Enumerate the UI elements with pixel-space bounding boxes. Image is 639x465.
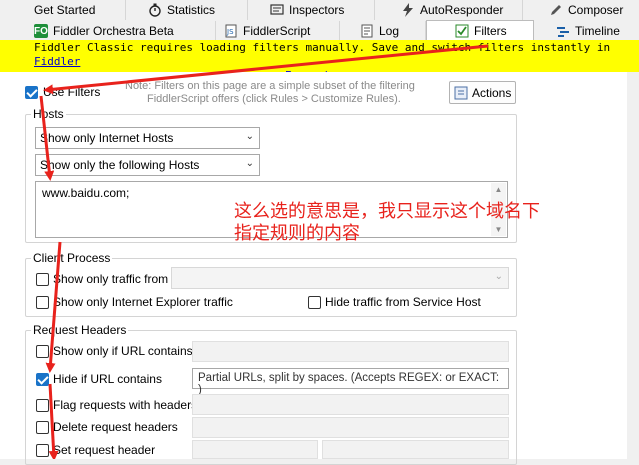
filters-warning-banner: Fiddler Classic requires loading filters… [0, 40, 639, 82]
tab-label: Fiddler Orchestra Beta [53, 24, 174, 38]
warning-text: Fiddler Classic requires loading filters… [34, 41, 611, 54]
svg-text:JS: JS [226, 28, 234, 36]
tab-fiddler-orchestra[interactable]: FO Fiddler Orchestra Beta [30, 21, 216, 41]
ie-traffic-label: Show only Internet Explorer traffic [53, 295, 233, 309]
flag-headers-checkbox[interactable] [36, 399, 49, 412]
delete-headers-input[interactable] [192, 417, 509, 438]
zone-filter-value: Show only Internet Hosts [40, 131, 174, 145]
tab-statistics[interactable]: Statistics [126, 0, 248, 20]
hide-if-url-label: Hide if URL contains [53, 372, 162, 386]
hosts-group-title: Hosts [31, 107, 66, 121]
actions-icon [454, 86, 468, 100]
hide-service-host-label: Hide traffic from Service Host [325, 295, 481, 309]
tab-label: Log [379, 24, 400, 38]
inspector-icon [270, 3, 284, 17]
tab-label: Statistics [167, 3, 216, 17]
tab-label: AutoResponder [420, 3, 504, 17]
annotation-line1: 这么选的意思是，我只显示这个域名下 [234, 201, 540, 222]
tab-composer[interactable]: Composer [523, 0, 639, 20]
tab-fiddlerscript[interactable]: JS FiddlerScript [216, 21, 340, 41]
use-filters-checkbox[interactable] [25, 86, 38, 99]
tab-inspectors[interactable]: Inspectors [248, 0, 375, 20]
flag-headers-label: Flag requests with headers [53, 398, 198, 412]
traffic-from-checkbox[interactable] [36, 273, 49, 286]
process-select[interactable]: ⌄ [171, 267, 509, 289]
traffic-from-label: Show only traffic from [53, 272, 169, 286]
set-header-value-input[interactable] [322, 440, 509, 459]
filters-note-line2: FiddlerScript offers (click Rules > Cust… [147, 93, 401, 105]
show-if-url-label: Show only if URL contains [53, 344, 193, 358]
actions-button[interactable]: Actions [449, 81, 516, 104]
hide-if-url-checkbox[interactable] [36, 373, 49, 386]
stopwatch-icon [148, 3, 162, 17]
flag-headers-input[interactable] [192, 394, 509, 415]
tab-row-secondary: FO Fiddler Orchestra Beta JS FiddlerScri… [0, 20, 639, 41]
pen-icon [549, 3, 563, 17]
annotation-line2: 指定规则的内容 [234, 223, 360, 244]
lightning-icon [401, 3, 415, 17]
chevron-down-icon: ⌄ [494, 271, 503, 282]
hide-if-url-input[interactable]: Partial URLs, split by spaces. (Accepts … [192, 368, 509, 396]
fiddler-link[interactable]: Fiddler [34, 55, 80, 68]
actions-label: Actions [472, 85, 512, 100]
tab-label: FiddlerScript [243, 24, 311, 38]
host-mode-value: Show only the following Hosts [40, 158, 200, 172]
tab-label: Filters [474, 24, 507, 38]
tab-label: Inspectors [289, 3, 345, 17]
zone-filter-select[interactable]: Show only Internet Hosts ⌄ [35, 127, 260, 149]
set-header-checkbox[interactable] [36, 444, 49, 457]
tab-filters[interactable]: Filters [426, 20, 534, 41]
tab-label: Timeline [575, 24, 620, 38]
tab-label: Get Started [34, 3, 96, 17]
request-headers-title: Request Headers [31, 323, 129, 337]
log-icon [360, 24, 374, 38]
host-mode-select[interactable]: Show only the following Hosts ⌄ [35, 154, 260, 176]
scroll-down-icon[interactable]: ▼ [491, 225, 506, 234]
panel-scrollbar[interactable] [627, 72, 639, 459]
tab-autoresponder[interactable]: AutoResponder [375, 0, 523, 20]
chevron-down-icon: ⌄ [245, 158, 254, 169]
host-list-value: www.baidu.com; [42, 186, 130, 200]
checkbox-icon [455, 24, 469, 38]
tab-log[interactable]: Log [340, 21, 426, 41]
set-header-label: Set request header [53, 443, 156, 457]
timeline-icon [556, 24, 570, 38]
client-process-title: Client Process [31, 251, 113, 265]
chevron-down-icon: ⌄ [245, 131, 254, 142]
delete-headers-label: Delete request headers [53, 420, 178, 434]
tab-label: Composer [568, 3, 624, 17]
script-icon: JS [224, 24, 238, 38]
tab-get-started[interactable]: Get Started [0, 0, 126, 20]
show-if-url-checkbox[interactable] [36, 345, 49, 358]
set-header-name-input[interactable] [192, 440, 318, 459]
filters-note-line1: Note: Filters on this page are a simple … [125, 80, 415, 92]
hide-service-host-checkbox[interactable] [308, 296, 321, 309]
ie-traffic-checkbox[interactable] [36, 296, 49, 309]
use-filters-label: Use Filters [43, 85, 101, 99]
tab-timeline[interactable]: Timeline [534, 21, 639, 41]
scroll-up-icon[interactable]: ▲ [491, 185, 506, 194]
show-if-url-input[interactable] [192, 341, 509, 362]
delete-headers-checkbox[interactable] [36, 421, 49, 434]
tab-row-primary: Get Started Statistics Inspectors AutoRe… [0, 0, 639, 20]
fiddler-orchestra-icon: FO [34, 24, 48, 38]
